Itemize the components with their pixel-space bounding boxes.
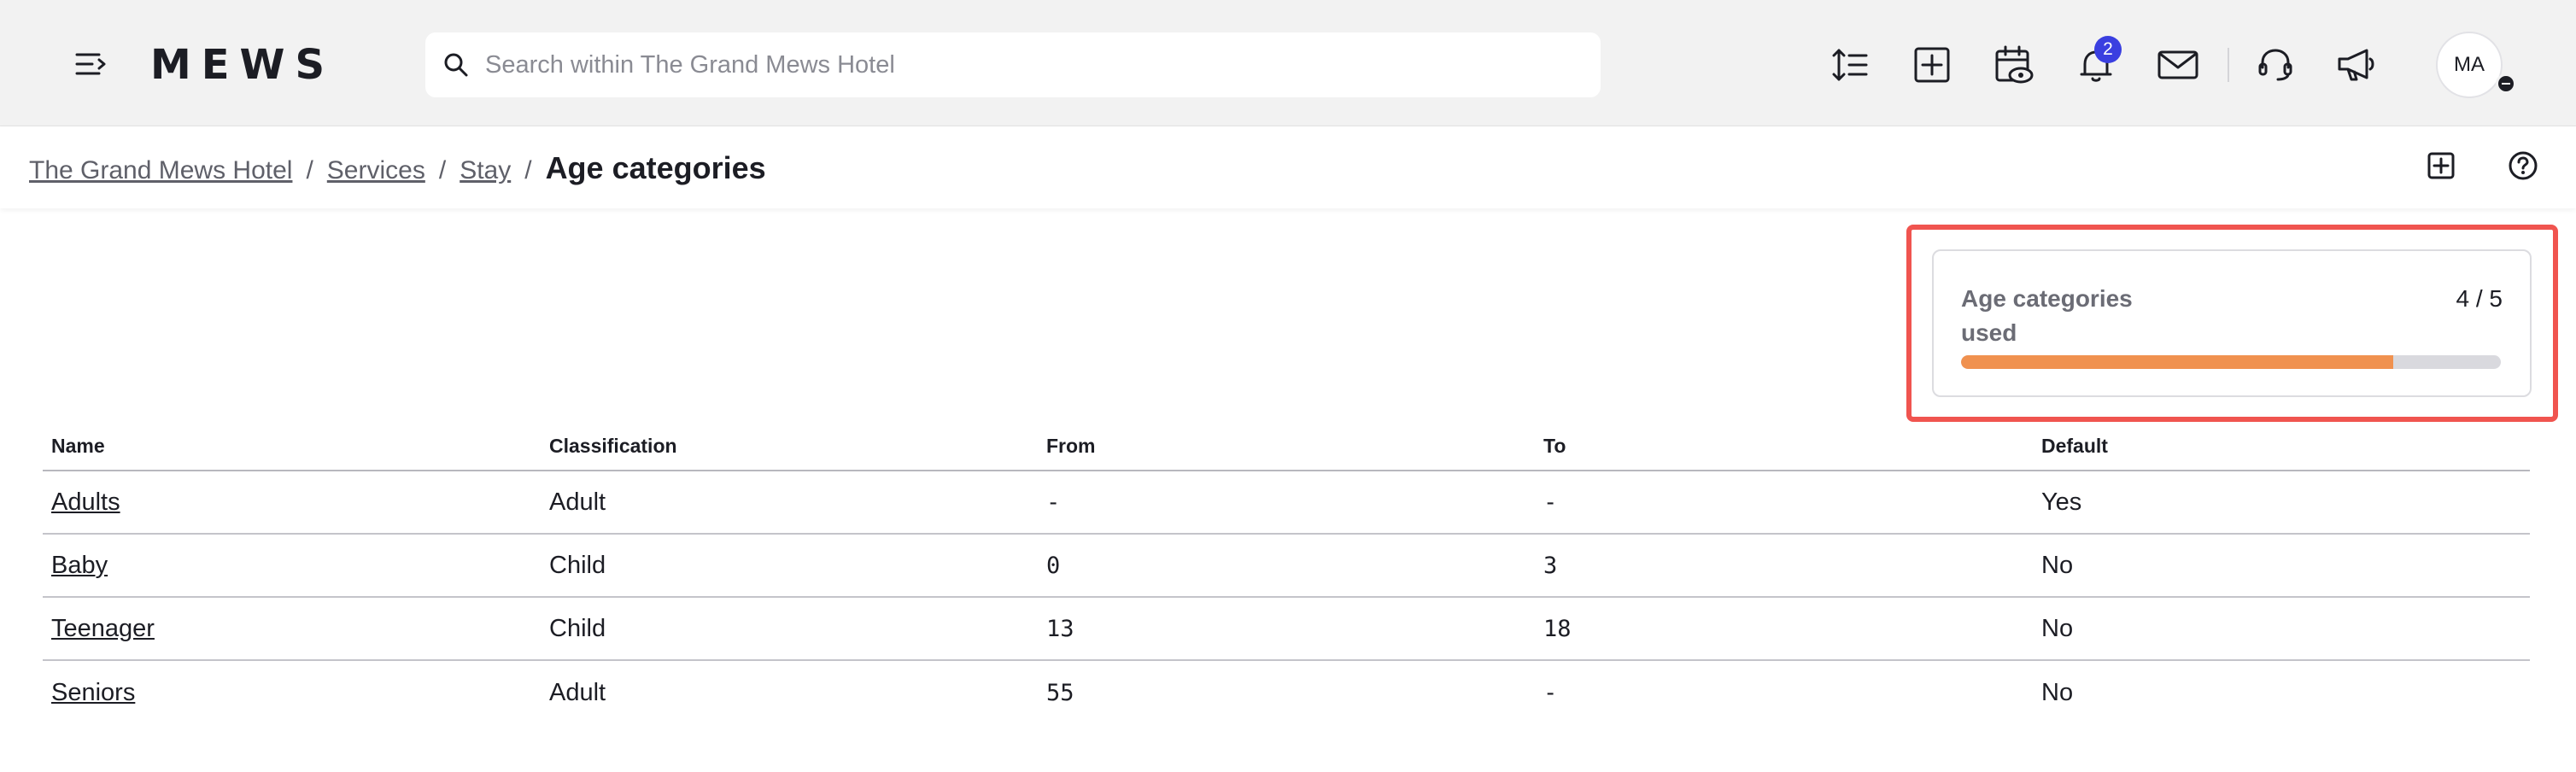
default-cell: No [2041, 678, 2074, 706]
search-input[interactable] [485, 50, 1578, 79]
header-divider [2228, 48, 2229, 82]
notification-badge: 2 [2094, 36, 2122, 63]
add-age-category-icon[interactable] [2421, 145, 2462, 186]
table-row[interactable]: Seniors Adult 55 - No [43, 661, 2530, 724]
default-cell: Yes [2041, 488, 2082, 516]
page-title: Age categories [545, 150, 766, 185]
age-category-link[interactable]: Adults [51, 488, 120, 516]
mews-logo[interactable]: MEWS [150, 39, 335, 91]
default-cell: No [2041, 614, 2074, 642]
age-categories-table: Name Classification From To Default Adul… [43, 424, 2530, 724]
to-cell: 3 [1543, 552, 1558, 579]
breadcrumb-separator: / [524, 156, 532, 184]
breadcrumb: The Grand Mews Hotel / Services / Stay /… [29, 150, 766, 188]
default-cell: No [2041, 551, 2074, 579]
classification-cell: Child [549, 614, 606, 642]
column-header-name[interactable]: Name [43, 435, 541, 458]
usage-card: Age categories used 4 / 5 [1932, 249, 2532, 397]
to-cell: - [1543, 679, 1558, 706]
status-indicator [2496, 73, 2516, 94]
classification-cell: Adult [549, 488, 606, 516]
age-category-link[interactable]: Teenager [51, 615, 155, 642]
from-cell: 13 [1046, 615, 1074, 642]
page-header: The Grand Mews Hotel / Services / Stay /… [0, 126, 2576, 208]
usage-progress-fill [1961, 355, 2393, 369]
breadcrumb-separator: / [306, 156, 313, 184]
to-cell: - [1543, 488, 1558, 516]
top-header: MEWS Search within The Grand Mews Hotel … [0, 0, 2576, 126]
search-icon [442, 51, 470, 79]
breadcrumb-separator: / [438, 156, 447, 184]
breadcrumb-stay-link[interactable]: Stay [460, 156, 511, 185]
breadcrumb-hotel-link[interactable]: The Grand Mews Hotel [29, 156, 292, 185]
help-icon[interactable] [2503, 145, 2544, 186]
avatar[interactable]: MA [2436, 32, 2503, 98]
table-row[interactable]: Teenager Child 13 18 No [43, 598, 2530, 661]
table-row[interactable]: Adults Adult - - Yes [43, 471, 2530, 535]
usage-progress-bar [1961, 355, 2501, 369]
headset-icon[interactable] [2250, 39, 2301, 91]
column-header-classification[interactable]: Classification [541, 435, 1038, 458]
from-cell: 0 [1046, 552, 1061, 579]
table-header: Name Classification From To Default [43, 424, 2530, 471]
table-row[interactable]: Baby Child 0 3 No [43, 535, 2530, 598]
age-category-link[interactable]: Baby [51, 552, 108, 579]
classification-cell: Child [549, 551, 606, 579]
from-cell: 55 [1046, 679, 1074, 706]
column-header-from[interactable]: From [1038, 435, 1535, 458]
to-cell: 18 [1543, 615, 1572, 642]
megaphone-icon[interactable] [2332, 39, 2383, 91]
age-category-link[interactable]: Seniors [51, 679, 135, 706]
classification-cell: Adult [549, 678, 606, 706]
search-bar[interactable] [425, 32, 1601, 97]
bell-icon[interactable]: 2 [2070, 36, 2122, 91]
line-height-icon[interactable] [1824, 39, 1876, 91]
mail-icon[interactable] [2152, 39, 2204, 91]
breadcrumb-services-link[interactable]: Services [327, 156, 425, 185]
menu-icon[interactable] [68, 43, 113, 87]
column-header-default[interactable]: Default [2033, 435, 2530, 458]
from-cell: - [1046, 488, 1061, 516]
column-header-to[interactable]: To [1535, 435, 2033, 458]
usage-count: 4 / 5 [2456, 285, 2503, 312]
usage-label: Age categories used [1961, 285, 2133, 346]
add-icon[interactable] [1906, 39, 1958, 91]
calendar-eye-icon[interactable] [1988, 39, 2040, 91]
